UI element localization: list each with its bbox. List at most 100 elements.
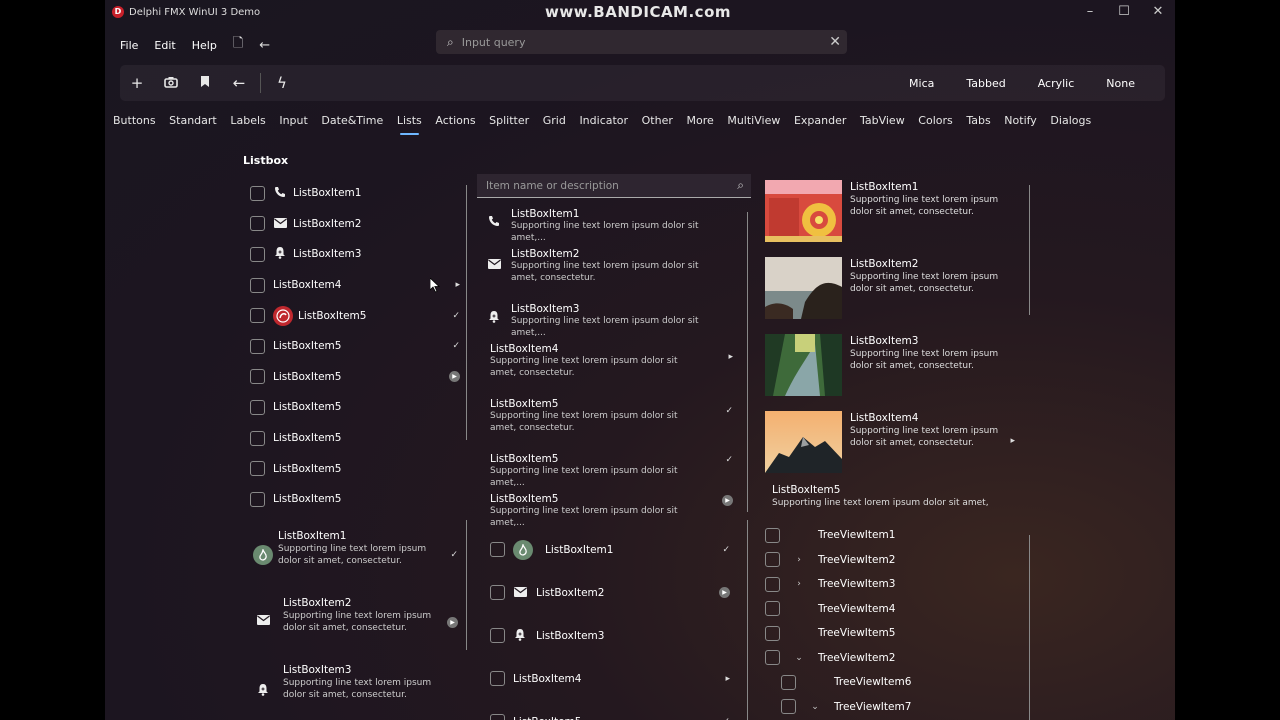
checkbox[interactable] [250, 369, 265, 385]
checkbox[interactable] [765, 527, 780, 543]
list-item[interactable]: ListBoxItem2 Supporting line text lorem i… [765, 257, 1025, 334]
list-item[interactable]: ListBoxItem5 Supporting line text lorem i… [483, 493, 743, 529]
tree-item[interactable]: ⌄ TreeViewItem2 [765, 646, 1030, 671]
checkbox[interactable] [490, 628, 505, 643]
checkbox[interactable] [765, 650, 780, 666]
menu-edit[interactable]: Edit [154, 39, 175, 52]
tab-multiview[interactable]: MultiView [727, 114, 780, 127]
tree-item[interactable]: TreeViewItem5 [765, 621, 1030, 646]
list-item[interactable]: ListBoxItem5 Supporting line text lorem i… [483, 398, 743, 434]
checkbox[interactable] [490, 714, 505, 720]
list-item[interactable]: ListBoxItem1 Supporting line text lorem i… [253, 527, 463, 594]
back-arrow-icon[interactable]: ← [222, 74, 256, 92]
bookmark-icon[interactable] [188, 74, 222, 92]
list-item[interactable]: ListBoxItem5 ▶ [250, 362, 465, 393]
checkbox[interactable] [250, 430, 265, 446]
checkbox[interactable] [781, 674, 796, 690]
tab-expander[interactable]: Expander [794, 114, 846, 127]
checkbox[interactable] [250, 185, 265, 201]
list-item[interactable]: ListBoxItem1 Supporting line text lorem i… [765, 180, 1025, 257]
list-item[interactable]: ListBoxItem3 [490, 614, 740, 657]
checkbox[interactable] [490, 671, 505, 686]
back-arrow-icon[interactable]: ← [259, 38, 270, 53]
tab-splitter[interactable]: Splitter [489, 114, 529, 127]
checkbox[interactable] [250, 461, 265, 477]
list-item[interactable]: ListBoxItem5 Supporting line text lorem i… [765, 483, 1025, 513]
list-item[interactable]: ListBoxItem4 Supporting line text lorem i… [483, 343, 743, 379]
checkbox[interactable] [250, 216, 265, 232]
backdrop-mica[interactable]: Mica [893, 77, 950, 90]
tree-item[interactable]: › TreeViewItem2 [765, 548, 1030, 573]
tab-tabs[interactable]: Tabs [966, 114, 990, 127]
list-item[interactable]: ListBoxItem2 Supporting line text lorem i… [483, 248, 743, 284]
listbox-scrollbar[interactable] [466, 185, 467, 440]
checkbox[interactable] [250, 338, 265, 354]
checkbox[interactable] [781, 699, 796, 715]
add-icon[interactable]: + [120, 74, 154, 92]
image-list-scrollbar[interactable] [1029, 185, 1030, 315]
checkbox[interactable] [250, 277, 265, 293]
checkbox[interactable] [250, 399, 265, 415]
checkbox[interactable] [765, 576, 780, 592]
clear-search-icon[interactable]: ✕ [829, 34, 841, 50]
list-item[interactable]: ListBoxItem1 Supporting line text lorem i… [483, 208, 743, 244]
list-item[interactable]: ListBoxItem1 ✓ [490, 528, 740, 571]
list-item[interactable]: ListBoxItem5 Supporting line text lorem i… [483, 453, 743, 489]
minimize-button[interactable]: – [1073, 0, 1107, 24]
list-item[interactable]: ListBoxItem5 ✓ [250, 331, 465, 362]
chevron-down-icon[interactable]: ⌄ [808, 702, 822, 712]
tab-notify[interactable]: Notify [1004, 114, 1037, 127]
tab-dialogs[interactable]: Dialogs [1050, 114, 1091, 127]
list-item[interactable]: ListBoxItem5 [250, 392, 465, 423]
document-icon[interactable]: 🗋 [233, 34, 243, 56]
checkbox[interactable] [765, 601, 780, 617]
check-list-scrollbar[interactable] [747, 520, 748, 720]
tree-item[interactable]: ⌄ TreeViewItem7 [765, 695, 1030, 720]
listbox-detail-scrollbar[interactable] [466, 520, 467, 650]
tab-colors[interactable]: Colors [918, 114, 952, 127]
maximize-button[interactable]: ☐ [1107, 0, 1141, 24]
tab-other[interactable]: Other [642, 114, 673, 127]
tab-lists[interactable]: Lists [397, 114, 422, 135]
chevron-down-icon[interactable]: ⌄ [792, 653, 806, 663]
backdrop-tabbed[interactable]: Tabbed [950, 77, 1021, 90]
query-search-box[interactable]: ⌕ Input query ✕ [436, 30, 847, 54]
list-item[interactable]: ListBoxItem5 ✓ [250, 300, 465, 331]
tab-tabview[interactable]: TabView [860, 114, 905, 127]
list-item[interactable]: ListBoxItem4 Supporting line text lorem i… [765, 411, 1025, 488]
list-item[interactable]: ListBoxItem3 Supporting line text lorem i… [483, 303, 743, 339]
checkbox[interactable] [250, 308, 265, 324]
tab-labels[interactable]: Labels [230, 114, 265, 127]
chevron-right-icon[interactable]: › [792, 579, 806, 589]
search-input[interactable]: Input query [462, 36, 526, 49]
list-item[interactable]: ListBoxItem5 ✓ [490, 700, 740, 720]
list-item[interactable]: ListBoxItem5 [250, 423, 465, 454]
item-search-box[interactable]: Item name or description ⌕ [477, 174, 751, 198]
tree-item[interactable]: TreeViewItem1 [765, 523, 1030, 548]
tab-standart[interactable]: Standart [169, 114, 217, 127]
tree-item[interactable]: TreeViewItem4 [765, 597, 1030, 622]
list-item[interactable]: ListBoxItem2 [250, 209, 465, 240]
checkbox[interactable] [490, 585, 505, 600]
tab-actions[interactable]: Actions [435, 114, 475, 127]
list-item[interactable]: ListBoxItem3 Supporting line text lorem i… [253, 661, 463, 720]
backdrop-none[interactable]: None [1090, 77, 1151, 90]
checkbox[interactable] [765, 625, 780, 641]
close-window-button[interactable]: ✕ [1141, 0, 1175, 24]
chevron-right-icon[interactable]: › [792, 555, 806, 565]
checkbox[interactable] [490, 542, 505, 557]
checkbox[interactable] [250, 491, 265, 507]
list-item[interactable]: ListBoxItem3 [250, 239, 465, 270]
tab-grid[interactable]: Grid [543, 114, 566, 127]
tree-item[interactable]: › TreeViewItem3 [765, 572, 1030, 597]
tab-indicator[interactable]: Indicator [579, 114, 628, 127]
list-item[interactable]: ListBoxItem5 [250, 453, 465, 484]
checkbox[interactable] [250, 246, 265, 262]
tab-input[interactable]: Input [279, 114, 307, 127]
tree-view-scrollbar[interactable] [1029, 535, 1030, 720]
list-item[interactable]: ListBoxItem1 [250, 178, 465, 209]
list-item[interactable]: ListBoxItem5 [250, 484, 465, 515]
item-search-input[interactable]: Item name or description [486, 180, 619, 192]
lightning-icon[interactable]: ϟ [265, 74, 299, 92]
checkbox[interactable] [765, 552, 780, 568]
